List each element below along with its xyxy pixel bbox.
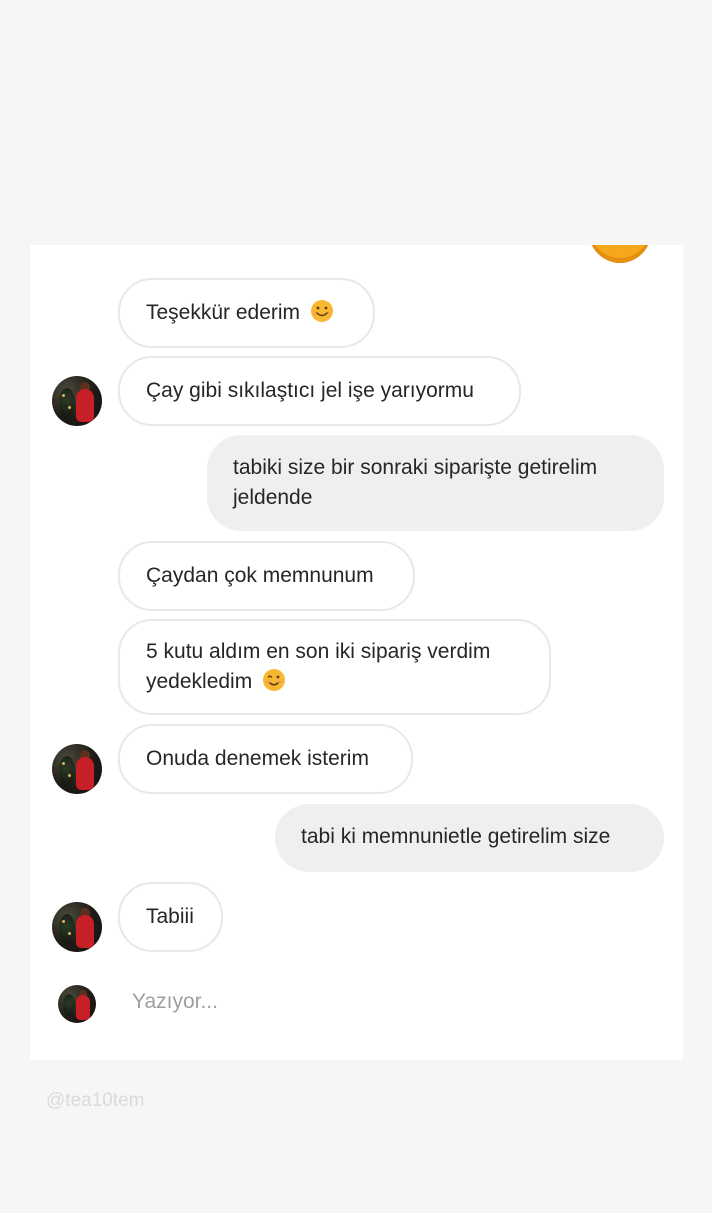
- incoming-message[interactable]: Çaydan çok memnunum: [118, 541, 415, 611]
- watermark: @tea10tem: [46, 1090, 145, 1111]
- message-text: Teşekkür ederim: [146, 301, 301, 324]
- message-text: Onuda denemek isterim: [146, 747, 369, 770]
- emoji-reaction-icon: [588, 245, 652, 263]
- typing-indicator: Yazıyor...: [132, 990, 218, 1013]
- sender-avatar[interactable]: [52, 902, 102, 952]
- incoming-message[interactable]: Teşekkür ederim: [118, 278, 375, 348]
- message-text-line: jeldende: [233, 486, 313, 509]
- incoming-message[interactable]: Tabiii: [118, 882, 223, 952]
- message-text-line: tabiki size bir sonraki siparişte getire…: [233, 456, 598, 479]
- winking-face-icon: [263, 669, 286, 691]
- incoming-message[interactable]: Çay gibi sıkılaştıcı jel işe yarıyormu: [118, 356, 521, 426]
- chat-thread: Teşekkür ederim Çay gibi sıkılaştıcı jel…: [30, 245, 683, 1060]
- message-text-line: yedekledim: [146, 670, 253, 693]
- incoming-message[interactable]: Onuda denemek isterim: [118, 724, 413, 794]
- message-text: Tabiii: [146, 905, 194, 928]
- message-text: tabi ki memnunietle getirelim size: [301, 825, 611, 848]
- message-text-line: 5 kutu aldım en son iki sipariş verdim: [146, 640, 491, 663]
- message-text: Çaydan çok memnunum: [146, 564, 374, 587]
- smiling-face-icon: [310, 300, 333, 322]
- message-text: Çay gibi sıkılaştıcı jel işe yarıyormu: [146, 379, 474, 402]
- outgoing-message[interactable]: tabi ki memnunietle getirelim size: [275, 804, 664, 872]
- sender-avatar[interactable]: [52, 744, 102, 794]
- sender-avatar[interactable]: [52, 376, 102, 426]
- incoming-message[interactable]: 5 kutu aldım en son iki sipariş verdim y…: [118, 619, 551, 715]
- outgoing-message[interactable]: tabiki size bir sonraki siparişte getire…: [207, 435, 664, 531]
- typing-avatar: [58, 985, 96, 1023]
